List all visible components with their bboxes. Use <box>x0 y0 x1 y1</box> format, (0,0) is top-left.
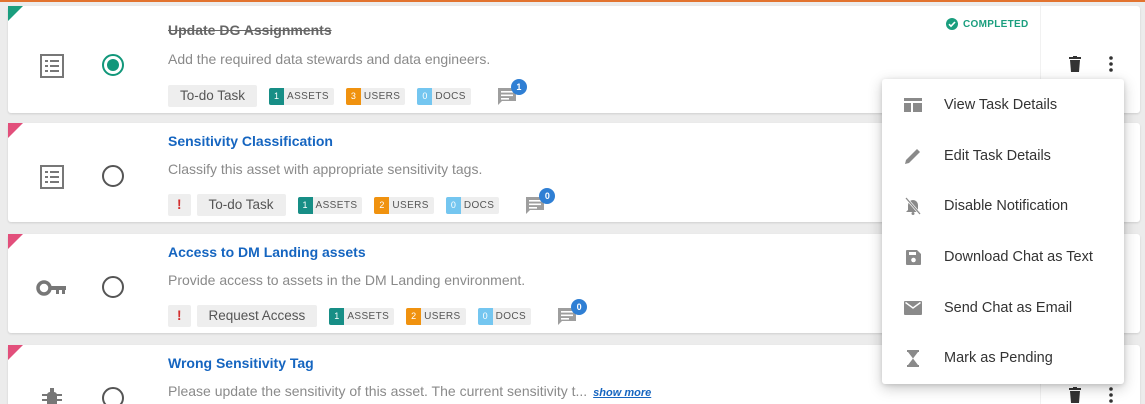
task-title[interactable]: Wrong Sensitivity Tag <box>168 355 314 371</box>
task-tags: ! Request Access 1 ASSETS 2 USERS 0 DOCS 0 <box>168 299 588 327</box>
more-vert-icon[interactable] <box>1109 387 1113 403</box>
task-description: Please update the sensitivity of this as… <box>168 383 651 399</box>
task-type-chip: To-do Task <box>168 85 258 107</box>
assets-count[interactable]: 1 ASSETS <box>269 87 334 105</box>
comment-count-badge: 1 <box>510 79 527 95</box>
task-description: Provide access to assets in the DM Landi… <box>168 272 526 288</box>
assets-count[interactable]: 1 ASSETS <box>297 196 363 214</box>
completed-corner-marker <box>8 6 23 21</box>
priority-corner-marker <box>8 123 23 138</box>
task-tags: ! To-do Task 1 ASSETS 2 USERS 0 DOCS 0 <box>168 188 556 216</box>
comments-button[interactable]: 1 <box>497 79 527 107</box>
menu-item-send-chat-email[interactable]: Send Chat as Email <box>882 282 1124 333</box>
task-title[interactable]: Access to DM Landing assets <box>168 244 366 260</box>
menu-item-mark-pending[interactable]: Mark as Pending <box>882 333 1124 384</box>
menu-item-view-task-details[interactable]: View Task Details <box>882 80 1124 131</box>
save-icon <box>882 249 944 265</box>
comment-count-badge: 0 <box>571 299 588 315</box>
task-select-radio[interactable] <box>102 387 124 404</box>
menu-item-download-chat[interactable]: Download Chat as Text <box>882 232 1124 283</box>
task-description: Classify this asset with appropriate sen… <box>168 161 483 177</box>
docs-count[interactable]: 0 DOCS <box>477 307 532 325</box>
users-count[interactable]: 2 USERS <box>406 307 466 325</box>
assets-count[interactable]: 1 ASSETS <box>329 307 395 325</box>
task-select-radio[interactable] <box>102 165 124 187</box>
comments-button[interactable]: 0 <box>525 188 556 216</box>
list-icon <box>40 165 64 189</box>
users-count[interactable]: 3 USERS <box>345 87 406 105</box>
show-more-link[interactable]: show more <box>593 387 651 399</box>
comment-count-badge: 0 <box>539 188 556 204</box>
comments-button[interactable]: 0 <box>557 299 588 327</box>
priority-flag: ! <box>168 194 191 216</box>
task-description-text: Please update the sensitivity of this as… <box>168 383 588 399</box>
docs-count[interactable]: 0 DOCS <box>417 87 471 105</box>
task-context-menu: View Task Details Edit Task Details Disa… <box>882 79 1124 384</box>
priority-corner-marker <box>8 345 23 360</box>
delete-icon[interactable] <box>1069 387 1081 403</box>
hourglass-icon <box>882 349 944 367</box>
pencil-icon <box>882 148 944 164</box>
check-circle-icon <box>946 18 958 30</box>
priority-corner-marker <box>8 234 23 249</box>
task-type-chip: To-do Task <box>196 194 286 216</box>
docs-count[interactable]: 0 DOCS <box>445 196 500 214</box>
task-select-radio[interactable] <box>102 276 124 298</box>
task-tags: To-do Task 1 ASSETS 3 USERS 0 DOCS 1 <box>168 79 527 107</box>
list-icon <box>40 54 64 78</box>
task-title[interactable]: Sensitivity Classification <box>168 133 333 149</box>
delete-icon[interactable] <box>1069 56 1081 72</box>
task-title[interactable]: Update DG Assignments <box>168 22 332 38</box>
users-count[interactable]: 2 USERS <box>374 196 434 214</box>
menu-item-disable-notification[interactable]: Disable Notification <box>882 181 1124 232</box>
more-vert-icon[interactable] <box>1109 56 1113 72</box>
bell-off-icon <box>882 197 944 216</box>
bug-icon <box>42 388 62 404</box>
task-select-radio[interactable] <box>102 54 124 76</box>
task-description: Add the required data stewards and data … <box>168 51 491 67</box>
key-icon <box>36 280 66 296</box>
status-badge: COMPLETED <box>946 18 1028 30</box>
menu-item-edit-task-details[interactable]: Edit Task Details <box>882 131 1124 182</box>
table-icon <box>882 98 944 113</box>
task-type-chip: Request Access <box>196 305 318 327</box>
mail-icon <box>882 300 944 315</box>
priority-flag: ! <box>168 305 191 327</box>
